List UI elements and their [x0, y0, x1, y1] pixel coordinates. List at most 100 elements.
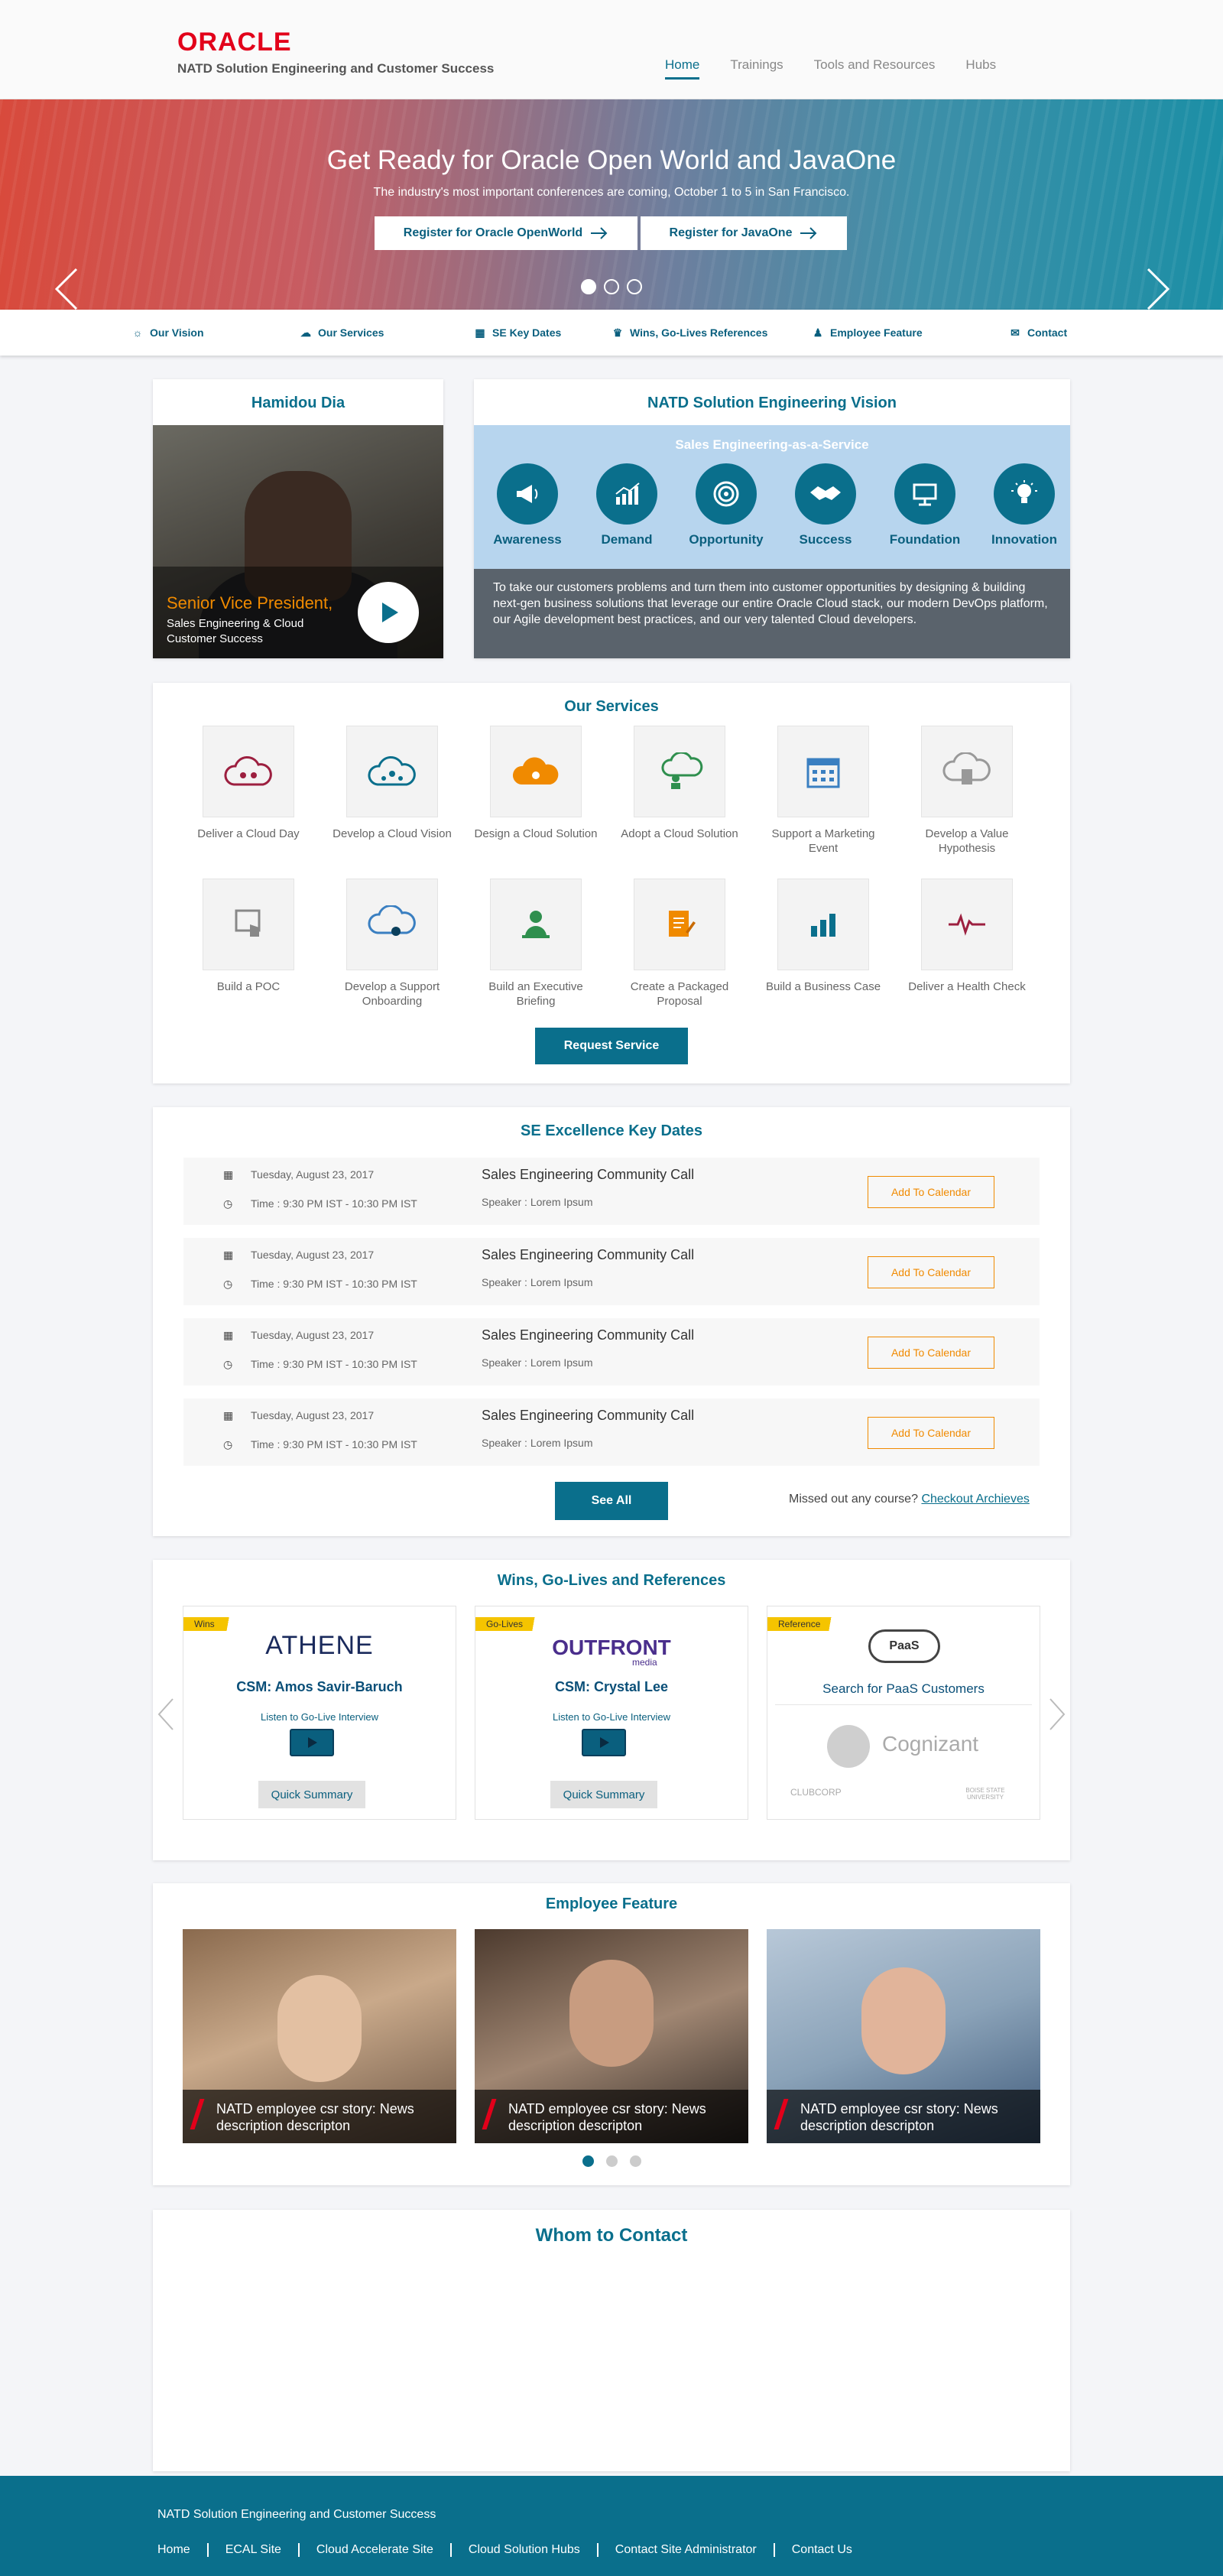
- touch-screen-icon: [203, 879, 294, 970]
- carousel-dot-2[interactable]: [604, 279, 619, 294]
- keydates-card: SE Excellence Key Dates ▦ Tuesday, Augus…: [153, 1107, 1070, 1536]
- checkout-archives-link[interactable]: Checkout Archieves: [921, 1493, 1029, 1506]
- search-paas-customers-link[interactable]: Search for PaaS Customers: [767, 1681, 1040, 1697]
- subnav-key-dates[interactable]: ▦ SE Key Dates: [474, 326, 561, 339]
- service-adopt-solution[interactable]: Adopt a Cloud Solution: [615, 726, 745, 841]
- carousel-dot-3[interactable]: [630, 2155, 641, 2167]
- wins-next-icon[interactable]: [1049, 1697, 1066, 1731]
- reference-tag: Reference: [767, 1617, 841, 1631]
- footer-link-home[interactable]: Home: [157, 2543, 207, 2557]
- megaphone-icon: [497, 463, 558, 525]
- site-footer: NATD Solution Engineering and Customer S…: [0, 2476, 1223, 2576]
- service-health-check[interactable]: Deliver a Health Check: [902, 879, 1032, 994]
- lightbulb-icon: [994, 463, 1055, 525]
- subnav-label: Employee Feature: [830, 326, 923, 339]
- quick-summary-button[interactable]: Quick Summary: [258, 1781, 365, 1808]
- play-video-button[interactable]: [290, 1729, 334, 1756]
- vision-label: Demand: [601, 532, 653, 547]
- service-cloud-day[interactable]: Deliver a Cloud Day: [183, 726, 313, 841]
- calendar-icon: ▦: [475, 326, 485, 339]
- add-to-calendar-button[interactable]: Add To Calendar: [868, 1256, 994, 1288]
- add-to-calendar-button[interactable]: Add To Calendar: [868, 1176, 994, 1208]
- site-header: ORACLE NATD Solution Engineering and Cus…: [0, 0, 1223, 99]
- footer-links: Home ECAL Site Cloud Accelerate Site Clo…: [157, 2543, 869, 2557]
- calendar-icon: [777, 726, 869, 817]
- play-button[interactable]: [358, 582, 419, 643]
- subnav-employee-feature[interactable]: ♟ Employee Feature: [812, 326, 923, 339]
- employee-story[interactable]: NATD employee csr story: News descriptio…: [183, 1929, 456, 2143]
- listen-interview-link[interactable]: Listen to Go-Live Interview: [183, 1711, 456, 1723]
- subnav-our-services[interactable]: ☁ Our Services: [300, 326, 384, 339]
- carousel-dot-1[interactable]: [582, 2155, 594, 2167]
- footer-link-site-admin[interactable]: Contact Site Administrator: [596, 2543, 774, 2557]
- service-marketing-event[interactable]: Support a Marketing Event: [758, 726, 888, 856]
- service-business-case[interactable]: Build a Business Case: [758, 879, 888, 994]
- footer-link-contact-us[interactable]: Contact Us: [773, 2543, 869, 2557]
- subnav-contact[interactable]: ✉ Contact: [1009, 326, 1067, 339]
- arrow-right-icon: [591, 227, 608, 239]
- service-packaged-proposal[interactable]: Create a Packaged Proposal: [615, 879, 745, 1009]
- vision-item-awareness: Awareness: [485, 463, 569, 547]
- arrow-right-icon: [800, 227, 817, 239]
- vision-label: Opportunity: [689, 532, 764, 547]
- service-value-hypothesis[interactable]: Develop a Value Hypothesis: [902, 726, 1032, 856]
- service-executive-briefing[interactable]: Build an Executive Briefing: [471, 879, 601, 1009]
- nav-tools-resources[interactable]: Tools and Resources: [814, 57, 936, 80]
- add-to-calendar-button[interactable]: Add To Calendar: [868, 1337, 994, 1369]
- athene-logo: ATHENE: [265, 1631, 374, 1660]
- play-video-button[interactable]: [582, 1729, 626, 1756]
- listen-interview-link[interactable]: Listen to Go-Live Interview: [475, 1711, 748, 1723]
- event-speaker: Speaker : Lorem Ipsum: [482, 1356, 593, 1369]
- clock-icon: ◷: [223, 1358, 233, 1370]
- employee-story[interactable]: NATD employee csr story: News descriptio…: [767, 1929, 1040, 2143]
- section-nav: ☼ Our Vision ☁ Our Services ▦ SE Key Dates …: [0, 310, 1223, 356]
- prev-slide-icon[interactable]: [52, 266, 83, 310]
- nav-hubs[interactable]: Hubs: [965, 57, 996, 80]
- add-to-calendar-button[interactable]: Add To Calendar: [868, 1417, 994, 1449]
- request-service-button[interactable]: Request Service: [535, 1028, 688, 1064]
- quick-summary-button[interactable]: Quick Summary: [550, 1781, 657, 1808]
- heartbeat-icon: [921, 879, 1013, 970]
- service-label: Build an Executive Briefing: [488, 980, 583, 1008]
- oracle-logo[interactable]: ORACLE: [177, 28, 292, 57]
- wins-prev-icon[interactable]: [157, 1697, 174, 1731]
- clubcorp-logo: CLUBCORP: [790, 1787, 842, 1798]
- target-icon: [696, 463, 757, 525]
- carousel-dot-2[interactable]: [606, 2155, 618, 2167]
- footer-link-ecal[interactable]: ECAL Site: [206, 2543, 298, 2557]
- employee-title: Employee Feature: [545, 1895, 678, 1912]
- service-cloud-vision[interactable]: Develop a Cloud Vision: [327, 726, 457, 841]
- sun-icon: ☼: [132, 326, 143, 339]
- carousel-dot-3[interactable]: [627, 279, 642, 294]
- leader-video[interactable]: Senior Vice President, Sales Engineering…: [153, 425, 443, 658]
- see-all-button[interactable]: See All: [555, 1482, 668, 1520]
- subnav-wins[interactable]: ♛ Wins, Go-Lives References: [612, 326, 768, 339]
- missed-course-text: Missed out any course?: [789, 1493, 918, 1506]
- register-openworld-label: Register for Oracle OpenWorld: [403, 226, 583, 239]
- nav-home[interactable]: Home: [665, 57, 700, 80]
- event-time: Time : 9:30 PM IST - 10:30 PM IST: [251, 1358, 417, 1370]
- nav-trainings[interactable]: Trainings: [730, 57, 783, 80]
- carousel-dot-1[interactable]: [581, 279, 596, 294]
- footer-link-cloud-accelerate[interactable]: Cloud Accelerate Site: [297, 2543, 450, 2557]
- next-slide-icon[interactable]: [1142, 266, 1173, 310]
- subnav-our-vision[interactable]: ☼ Our Vision: [131, 326, 204, 339]
- person-icon: ♟: [813, 326, 823, 339]
- play-icon: [600, 1737, 609, 1748]
- event-row: ▦ Tuesday, August 23, 2017 ◷ Time : 9:30…: [183, 1158, 1040, 1225]
- register-javaone-button[interactable]: Register for JavaOne: [641, 216, 847, 250]
- footer-link-cloud-hubs[interactable]: Cloud Solution Hubs: [449, 2543, 597, 2557]
- reference-card: Reference PaaS Search for PaaS Customers…: [767, 1606, 1040, 1820]
- document-edit-icon: [634, 879, 725, 970]
- cloud-icon: ☁: [300, 326, 311, 339]
- employee-story[interactable]: NATD employee csr story: News descriptio…: [475, 1929, 748, 2143]
- bar-chart-icon: [777, 879, 869, 970]
- cognizant-logo: Cognizant: [882, 1732, 979, 1756]
- vision-card: NATD Solution Engineering Vision Sales E…: [474, 379, 1070, 658]
- service-design-solution[interactable]: Design a Cloud Solution: [471, 726, 601, 841]
- vision-item-demand: Demand: [585, 463, 669, 547]
- hero-banner: Get Ready for Oracle Open World and Java…: [0, 99, 1223, 310]
- service-support-onboarding[interactable]: Develop a Support Onboarding: [327, 879, 457, 1009]
- register-openworld-button[interactable]: Register for Oracle OpenWorld: [375, 216, 637, 250]
- service-build-poc[interactable]: Build a POC: [183, 879, 313, 994]
